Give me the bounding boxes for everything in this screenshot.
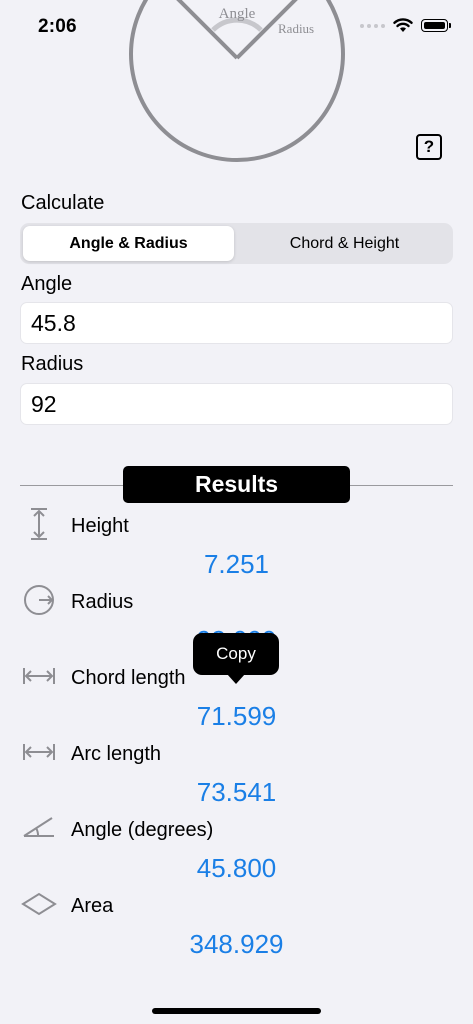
radius-label: Radius (21, 353, 84, 375)
area-label: Area (71, 895, 114, 917)
diagram-angle-label: Angle (219, 6, 256, 22)
copy-tooltip-arrow (227, 674, 245, 684)
segment-angle-radius[interactable]: Angle & Radius (23, 226, 234, 261)
angle-label: Angle (21, 273, 73, 295)
results-title: Results (123, 466, 350, 503)
copy-tooltip[interactable]: Copy (193, 633, 279, 675)
home-indicator (152, 1008, 321, 1014)
height-label: Height (71, 515, 129, 537)
help-button[interactable]: ? (416, 134, 442, 160)
height-icon (31, 508, 47, 540)
arc-length-value[interactable]: 73.541 (0, 777, 473, 808)
chord-length-label: Chord length (71, 667, 186, 689)
arc-length-label: Arc length (71, 743, 162, 765)
angle-input[interactable]: 45.8 (20, 302, 453, 344)
radius-result-label: Radius (71, 591, 134, 613)
chord-length-icon (23, 668, 55, 684)
segment-diagram: Angle Radius (129, 0, 345, 162)
calculate-segmented-control: Angle & Radius Chord & Height (20, 223, 453, 264)
area-icon (21, 892, 57, 916)
area-value[interactable]: 348.929 (0, 929, 473, 960)
angle-degrees-label: Angle (degrees) (71, 819, 214, 841)
height-value[interactable]: 7.251 (0, 549, 473, 580)
arc-length-icon (23, 744, 55, 760)
diagram-radius-label: Radius (278, 21, 314, 36)
radius-input[interactable]: 92 (20, 383, 453, 425)
calculate-label: Calculate (21, 192, 105, 214)
segment-chord-height[interactable]: Chord & Height (239, 226, 450, 261)
angle-icon (23, 817, 54, 837)
radius-icon (24, 585, 54, 615)
chord-length-value[interactable]: 71.599 (0, 701, 473, 732)
angle-degrees-value[interactable]: 45.800 (0, 853, 473, 884)
